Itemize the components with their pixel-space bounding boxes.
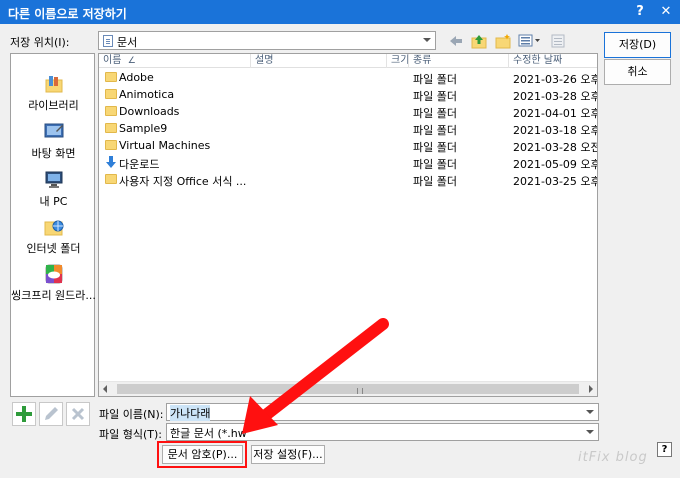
- context-help-button[interactable]: ?: [657, 442, 672, 457]
- watermark: itFix blog: [578, 450, 648, 465]
- annotation-arrow: [242, 318, 389, 434]
